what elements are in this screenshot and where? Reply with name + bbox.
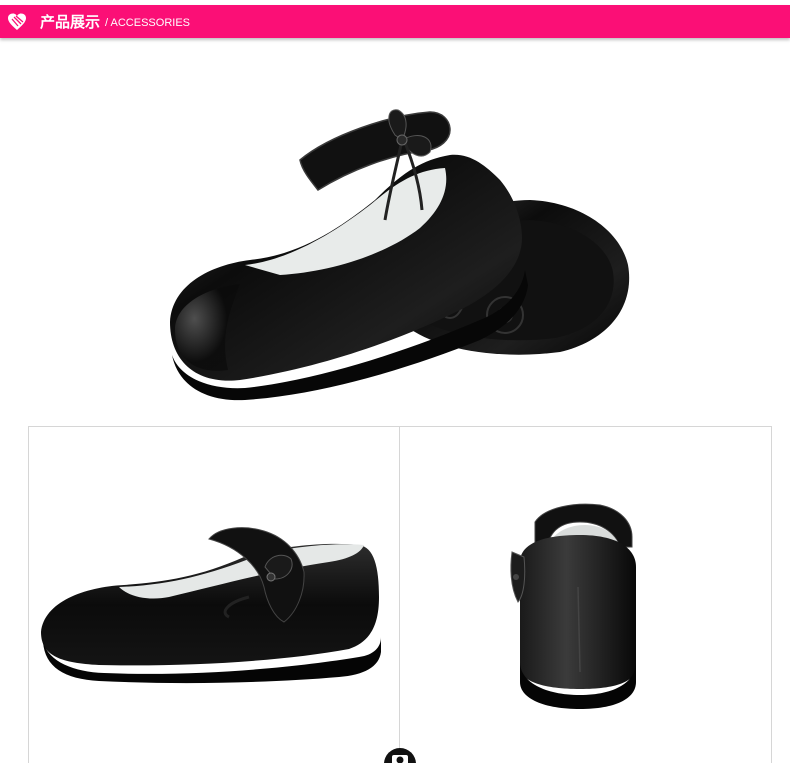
camera-icon (384, 748, 416, 763)
heart-logo-icon (8, 13, 26, 30)
back-view-panel (399, 426, 772, 763)
back-view-shoe-image (510, 503, 636, 709)
section-subtitle: / ACCESSORIES (105, 16, 190, 29)
section-title: 产品展示 (40, 14, 101, 31)
section-header: 产品展示 / ACCESSORIES (0, 5, 790, 38)
side-view-panel (28, 426, 400, 763)
hero-shoe-image (170, 109, 630, 401)
side-view-shoe-image (41, 527, 381, 684)
